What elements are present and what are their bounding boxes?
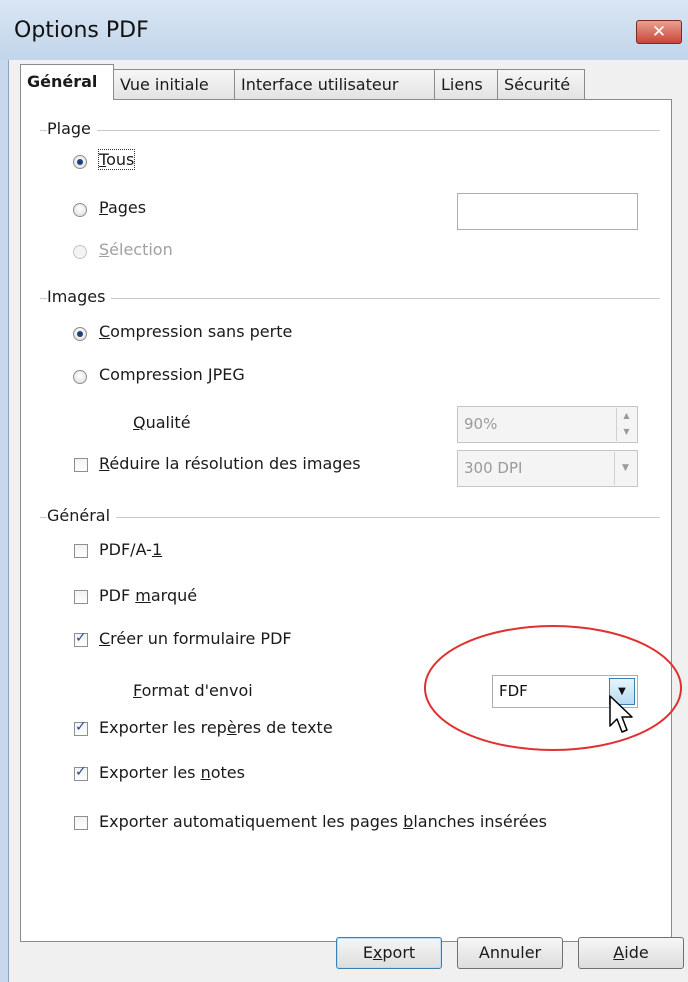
tab-general[interactable]: Général — [20, 64, 114, 100]
radio-selection-label[interactable]: Sélection — [99, 240, 173, 259]
highlight-annotation — [424, 625, 682, 751]
window-title: Options PDF — [14, 18, 149, 43]
images-separator — [40, 298, 660, 299]
pdf-options-dialog: Options PDF ✕ Général Vue initiale Inter… — [0, 0, 688, 982]
chevron-down-icon[interactable]: ▼ — [614, 452, 636, 485]
radio-pages-label[interactable]: Pages — [99, 198, 146, 217]
checkbox-blank-pages-label[interactable]: Exporter automatiquement les pages blanc… — [99, 812, 547, 831]
checkbox-create-form-label[interactable]: Créer un formulaire PDF — [99, 629, 292, 648]
tab-user-interface-label: Interface utilisateur — [241, 75, 399, 94]
resolution-select[interactable]: 300 DPI ▼ — [457, 450, 638, 487]
checkbox-tagged-pdf-label[interactable]: PDF marqué — [99, 586, 197, 605]
red-highlight-ellipse — [424, 625, 682, 751]
checkbox-pdfa-label[interactable]: PDF/A-1 — [99, 540, 162, 559]
plage-separator — [40, 130, 660, 131]
radio-jpeg-compression[interactable] — [73, 370, 87, 384]
tab-initial-view[interactable]: Vue initiale — [113, 69, 235, 99]
checkbox-tagged-pdf[interactable] — [74, 590, 88, 604]
title-bar[interactable]: Options PDF ✕ — [0, 0, 688, 60]
export-button[interactable]: Export — [336, 937, 442, 969]
submit-format-label: Format d'envoi — [133, 681, 253, 700]
spin-up-icon[interactable]: ▲ — [617, 409, 636, 423]
mouse-cursor-icon — [609, 695, 633, 733]
images-group-label: Images — [47, 287, 112, 306]
tab-links[interactable]: Liens — [434, 69, 498, 99]
general-separator — [40, 517, 660, 518]
quality-label: Qualité — [133, 413, 191, 432]
checkbox-export-bookmarks[interactable] — [74, 719, 88, 736]
cancel-button[interactable]: Annuler — [457, 937, 563, 969]
checkbox-reduce-resolution-label[interactable]: Réduire la résolution des images — [99, 454, 361, 473]
radio-all-pages[interactable] — [73, 155, 87, 169]
checkbox-export-notes[interactable] — [74, 764, 88, 781]
radio-pages[interactable] — [73, 203, 87, 217]
radio-lossless-compression[interactable] — [73, 327, 87, 341]
tab-initial-view-label: Vue initiale — [120, 75, 209, 94]
checkbox-create-form[interactable] — [74, 630, 88, 647]
tab-security[interactable]: Sécurité — [497, 69, 585, 99]
radio-jpeg-compression-label[interactable]: Compression JPEG — [99, 365, 245, 384]
resolution-value: 300 DPI — [464, 459, 523, 477]
quality-spin-buttons: ▲ ▼ — [616, 408, 636, 441]
radio-lossless-compression-label[interactable]: Compression sans perte — [99, 322, 292, 341]
general-group-label: Général — [47, 506, 117, 525]
plage-group-label: Plage — [47, 119, 97, 138]
tab-links-label: Liens — [441, 75, 483, 94]
checkbox-pdfa[interactable] — [74, 544, 88, 558]
tab-general-label: Général — [27, 72, 98, 91]
checkbox-export-bookmarks-label[interactable]: Exporter les repères de texte — [99, 718, 333, 737]
help-button[interactable]: Aide — [578, 937, 684, 969]
checkbox-blank-pages[interactable] — [74, 816, 88, 830]
radio-selection[interactable] — [73, 245, 87, 259]
close-button[interactable]: ✕ — [636, 20, 682, 44]
tab-user-interface[interactable]: Interface utilisateur — [234, 69, 435, 99]
quality-value: 90% — [464, 415, 498, 433]
checkbox-export-notes-label[interactable]: Exporter les notes — [99, 763, 245, 782]
quality-spinbox[interactable]: 90% ▲ ▼ — [457, 406, 638, 443]
spin-down-icon[interactable]: ▼ — [617, 425, 636, 439]
radio-all-pages-label[interactable]: Tous — [97, 149, 136, 170]
pages-input[interactable] — [457, 193, 638, 230]
tab-security-label: Sécurité — [504, 75, 571, 94]
close-icon: ✕ — [651, 22, 667, 42]
checkbox-reduce-resolution[interactable] — [74, 458, 88, 472]
